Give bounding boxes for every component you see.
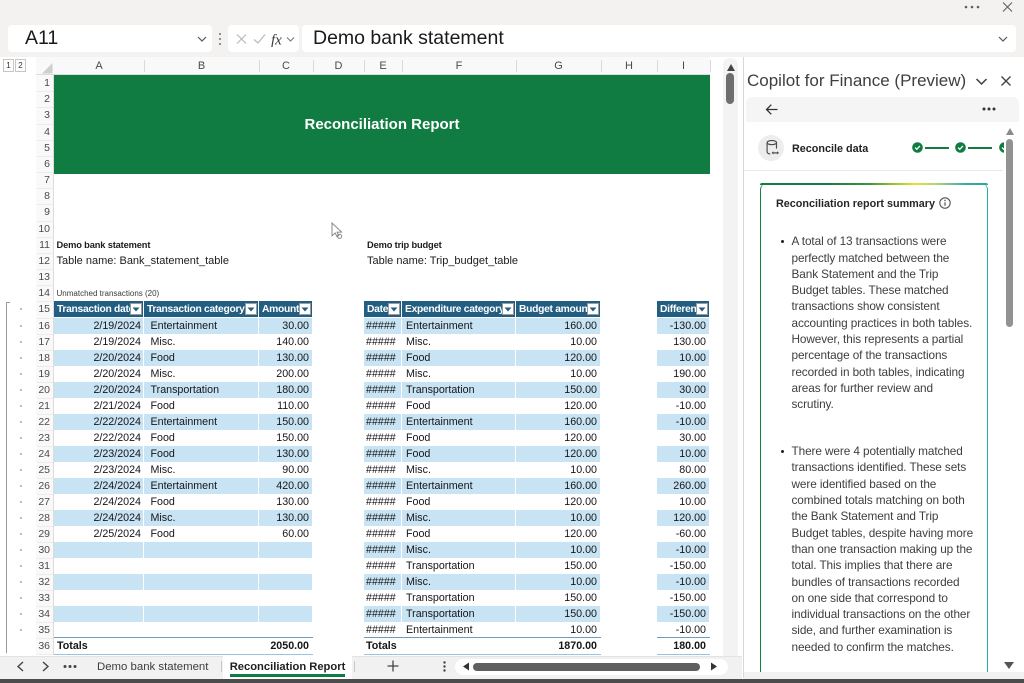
svg-text:fx: fx — [271, 33, 282, 48]
